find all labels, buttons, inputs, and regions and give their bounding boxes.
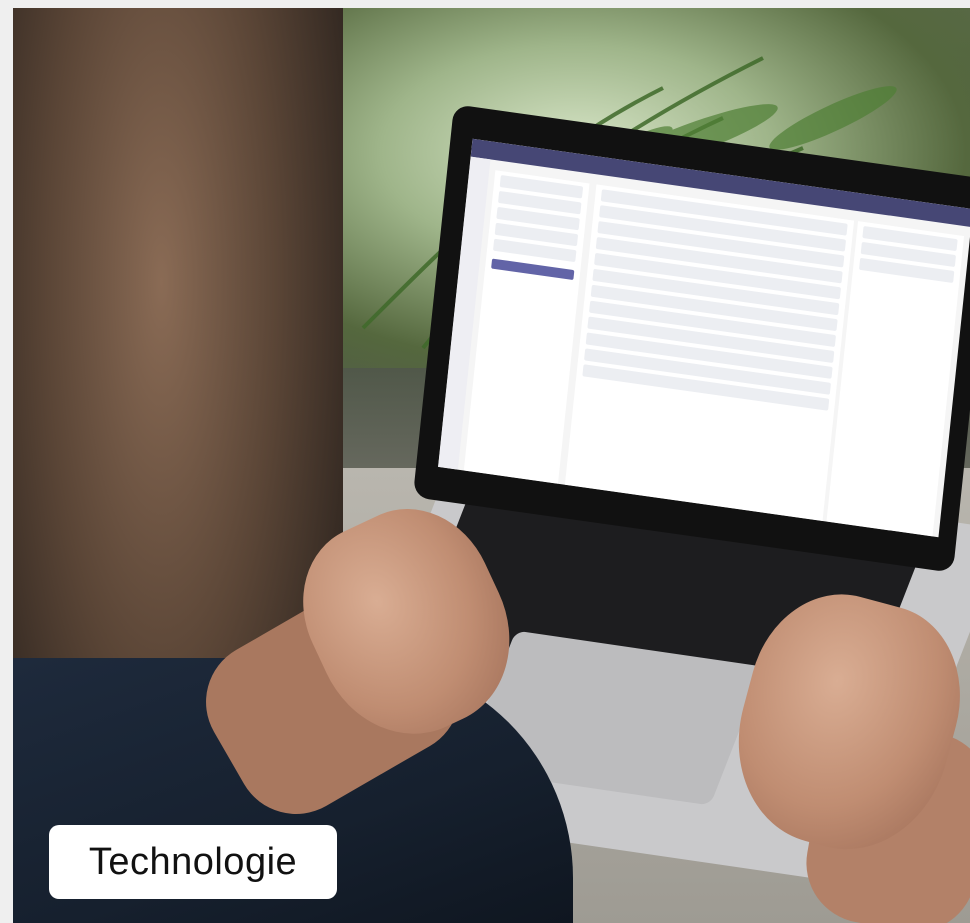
screen-recent-list bbox=[564, 184, 855, 521]
laptop-screen bbox=[438, 138, 970, 538]
hero-photo bbox=[13, 8, 970, 923]
screen-call-button bbox=[491, 258, 575, 281]
category-label[interactable]: Technologie bbox=[49, 825, 337, 899]
category-label-text: Technologie bbox=[88, 840, 298, 883]
